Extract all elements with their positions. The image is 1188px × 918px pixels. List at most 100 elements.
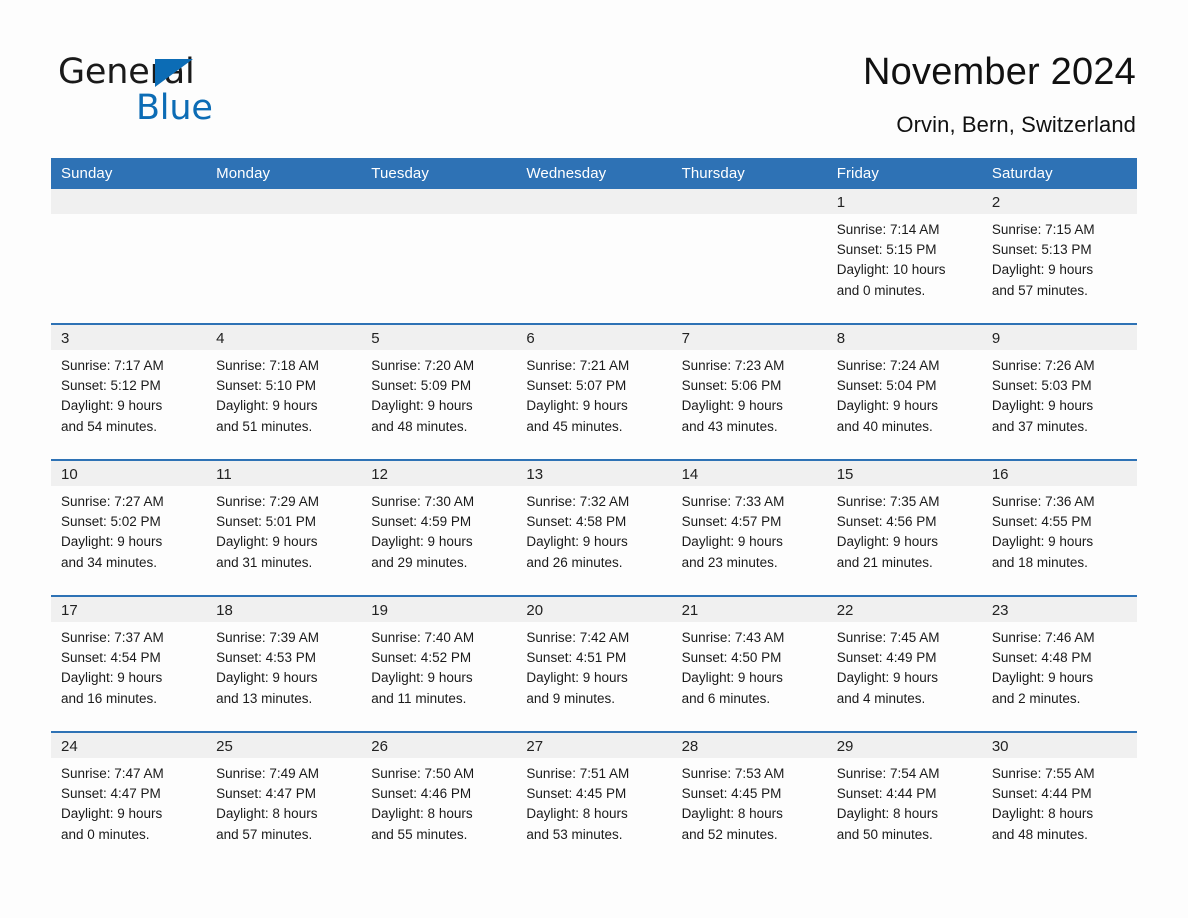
calendar-day-cell[interactable]: 7 Sunrise: 7:23 AM Sunset: 5:06 PM Daylight… <box>671 323 827 460</box>
sunset-text: Sunset: 5:06 PM <box>681 378 782 394</box>
daylight-text-line1: Daylight: 9 hours <box>216 670 318 686</box>
sunrise-text: Sunrise: 7:33 AM <box>681 494 785 509</box>
daylight-text-line1: Daylight: 8 hours <box>371 806 473 822</box>
daylight-text-line2: and 53 minutes. <box>526 826 623 842</box>
sunset-text: Sunset: 4:50 PM <box>681 650 782 666</box>
calendar-day-cell[interactable]: 25 Sunrise: 7:49 AM Sunset: 4:47 PM Dayligh… <box>206 731 362 861</box>
sunrise-text: Sunrise: 7:24 AM <box>836 358 940 373</box>
calendar-day-cell[interactable]: 10 Sunrise: 7:27 AM Sunset: 5:02 PM Dayligh… <box>51 459 207 596</box>
calendar-day-cell[interactable]: 13 Sunrise: 7:32 AM Sunset: 4:58 PM Dayligh… <box>516 459 672 596</box>
daylight-text-line2: and 4 minutes. <box>836 690 926 706</box>
calendar-day-cell[interactable]: 4 Sunrise: 7:18 AM Sunset: 5:10 PM Daylight… <box>206 323 362 460</box>
calendar-day-cell[interactable]: 17 Sunrise: 7:37 AM Sunset: 4:54 PM Dayligh… <box>51 595 207 732</box>
day-number: 10 <box>51 461 207 486</box>
calendar-day-cell[interactable]: 11 Sunrise: 7:29 AM Sunset: 5:01 PM Dayligh… <box>206 459 362 596</box>
calendar-day-cell[interactable]: 2 Sunrise: 7:15 AM Sunset: 5:13 PM Daylight… <box>981 189 1137 324</box>
page-header: General Blue November 2024 Orvin, Bern, … <box>0 0 1188 152</box>
day-number: 18 <box>206 597 362 622</box>
day-details: Sunrise: 7:23 AM Sunset: 5:06 PM Daylight:… <box>672 350 827 459</box>
calendar-day-cell[interactable]: 1 Sunrise: 7:14 AM Sunset: 5:15 PM Daylight… <box>826 189 982 324</box>
daylight-text-line1: Daylight: 9 hours <box>991 262 1094 278</box>
daylight-text-line1: Daylight: 9 hours <box>526 398 628 414</box>
sunrise-text: Sunrise: 7:54 AM <box>836 766 940 781</box>
calendar-day-cell[interactable]: 5 Sunrise: 7:20 AM Sunset: 5:09 PM Daylight… <box>361 323 517 460</box>
sunrise-text: Sunrise: 7:18 AM <box>216 358 319 373</box>
daylight-text-line2: and 48 minutes. <box>991 826 1088 842</box>
calendar-day-cell[interactable]: 14 Sunrise: 7:33 AM Sunset: 4:57 PM Dayligh… <box>671 459 827 596</box>
day-number: 24 <box>51 733 207 758</box>
day-details: Sunrise: 7:37 AM Sunset: 4:54 PM Daylight:… <box>51 622 206 731</box>
day-details: Sunrise: 7:40 AM Sunset: 4:52 PM Daylight:… <box>361 622 516 731</box>
calendar-day-cell[interactable]: 8 Sunrise: 7:24 AM Sunset: 5:04 PM Daylight… <box>826 323 982 460</box>
calendar-day-cell[interactable]: 18 Sunrise: 7:39 AM Sunset: 4:53 PM Dayligh… <box>206 595 362 732</box>
daylight-text-line1: Daylight: 9 hours <box>681 398 783 414</box>
sunset-text: Sunset: 4:45 PM <box>681 786 782 802</box>
daylight-text-line2: and 57 minutes. <box>991 282 1088 298</box>
calendar-day-cell[interactable]: 12 Sunrise: 7:30 AM Sunset: 4:59 PM Dayligh… <box>361 459 517 596</box>
sunset-text: Sunset: 4:47 PM <box>61 786 161 802</box>
sunset-text: Sunset: 4:48 PM <box>991 650 1092 666</box>
daylight-text-line1: Daylight: 8 hours <box>216 806 318 822</box>
daylight-text-line2: and 23 minutes. <box>681 554 778 570</box>
sunset-text: Sunset: 5:02 PM <box>61 514 161 530</box>
sunrise-text: Sunrise: 7:37 AM <box>61 630 164 645</box>
calendar-day-cell-empty <box>516 189 672 324</box>
calendar-day-cell[interactable]: 23 Sunrise: 7:46 AM Sunset: 4:48 PM Dayligh… <box>981 595 1137 732</box>
sunrise-text: Sunrise: 7:15 AM <box>991 222 1095 237</box>
day-number: 15 <box>826 461 982 486</box>
calendar-day-cell[interactable]: 29 Sunrise: 7:54 AM Sunset: 4:44 PM Dayligh… <box>826 731 982 861</box>
day-number: 4 <box>206 325 362 350</box>
day-number: 20 <box>516 597 672 622</box>
brand-logo[interactable]: General Blue <box>58 52 318 132</box>
daylight-text-line1: Daylight: 9 hours <box>61 534 163 550</box>
day-details: Sunrise: 7:30 AM Sunset: 4:59 PM Daylight:… <box>361 486 516 595</box>
day-number: 30 <box>981 733 1137 758</box>
daylight-text-line2: and 31 minutes. <box>216 554 313 570</box>
daylight-text-line2: and 18 minutes. <box>991 554 1088 570</box>
sunrise-text: Sunrise: 7:45 AM <box>836 630 940 645</box>
calendar-week-row: 1 Sunrise: 7:14 AM Sunset: 5:15 PM Daylight… <box>51 189 1137 324</box>
day-number: 9 <box>981 325 1137 350</box>
day-number: 3 <box>51 325 207 350</box>
sunrise-text: Sunrise: 7:42 AM <box>526 630 630 645</box>
sunset-text: Sunset: 5:01 PM <box>216 514 316 530</box>
day-details: Sunrise: 7:20 AM Sunset: 5:09 PM Daylight:… <box>361 350 516 459</box>
page-title: November 2024 <box>863 51 1136 93</box>
day-details: Sunrise: 7:55 AM Sunset: 4:44 PM Daylight:… <box>982 758 1137 861</box>
calendar-day-cell[interactable]: 22 Sunrise: 7:45 AM Sunset: 4:49 PM Dayligh… <box>826 595 982 732</box>
day-details: Sunrise: 7:17 AM Sunset: 5:12 PM Daylight:… <box>51 350 206 459</box>
calendar-container: Sunday Monday Tuesday Wednesday Thursday… <box>51 158 1137 861</box>
day-number <box>206 189 362 214</box>
day-number: 8 <box>826 325 982 350</box>
calendar-day-cell[interactable]: 16 Sunrise: 7:36 AM Sunset: 4:55 PM Dayligh… <box>981 459 1137 596</box>
day-details: Sunrise: 7:47 AM Sunset: 4:47 PM Daylight:… <box>51 758 206 861</box>
sunset-text: Sunset: 4:44 PM <box>836 786 937 802</box>
calendar-day-cell[interactable]: 27 Sunrise: 7:51 AM Sunset: 4:45 PM Dayligh… <box>516 731 672 861</box>
calendar-page: General Blue November 2024 Orvin, Bern, … <box>0 0 1188 918</box>
day-number: 25 <box>206 733 362 758</box>
calendar-day-cell[interactable]: 6 Sunrise: 7:21 AM Sunset: 5:07 PM Daylight… <box>516 323 672 460</box>
calendar-day-cell[interactable]: 24 Sunrise: 7:47 AM Sunset: 4:47 PM Dayligh… <box>51 731 207 861</box>
daylight-text-line1: Daylight: 9 hours <box>681 670 783 686</box>
calendar-day-cell[interactable]: 19 Sunrise: 7:40 AM Sunset: 4:52 PM Dayligh… <box>361 595 517 732</box>
daylight-text-line2: and 6 minutes. <box>681 690 771 706</box>
day-number: 28 <box>671 733 827 758</box>
daylight-text-line2: and 26 minutes. <box>526 554 623 570</box>
sunset-text: Sunset: 5:04 PM <box>836 378 937 394</box>
sunrise-text: Sunrise: 7:27 AM <box>61 494 164 509</box>
calendar-day-cell[interactable]: 20 Sunrise: 7:42 AM Sunset: 4:51 PM Dayligh… <box>516 595 672 732</box>
day-details <box>51 214 206 323</box>
calendar-day-cell[interactable]: 9 Sunrise: 7:26 AM Sunset: 5:03 PM Daylight… <box>981 323 1137 460</box>
calendar-day-cell[interactable]: 28 Sunrise: 7:53 AM Sunset: 4:45 PM Dayligh… <box>671 731 827 861</box>
calendar-day-cell[interactable]: 3 Sunrise: 7:17 AM Sunset: 5:12 PM Daylight… <box>51 323 207 460</box>
calendar-day-cell[interactable]: 30 Sunrise: 7:55 AM Sunset: 4:44 PM Dayligh… <box>981 731 1137 861</box>
calendar-day-cell[interactable]: 26 Sunrise: 7:50 AM Sunset: 4:46 PM Dayligh… <box>361 731 517 861</box>
day-number: 23 <box>981 597 1137 622</box>
calendar-day-cell[interactable]: 15 Sunrise: 7:35 AM Sunset: 4:56 PM Dayligh… <box>826 459 982 596</box>
daylight-text-line2: and 50 minutes. <box>836 826 933 842</box>
daylight-text-line1: Daylight: 9 hours <box>371 398 473 414</box>
day-details: Sunrise: 7:32 AM Sunset: 4:58 PM Daylight:… <box>516 486 671 595</box>
daylight-text-line2: and 11 minutes. <box>371 690 467 706</box>
sunset-text: Sunset: 4:56 PM <box>836 514 937 530</box>
calendar-day-cell[interactable]: 21 Sunrise: 7:43 AM Sunset: 4:50 PM Dayligh… <box>671 595 827 732</box>
